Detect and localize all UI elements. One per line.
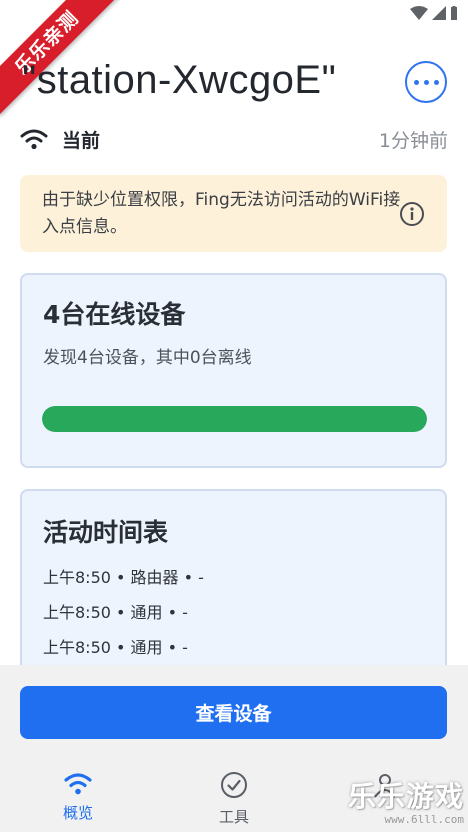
activity-timeline-card[interactable]: 活动时间表 上午8:50 • 路由器 • - 上午8:50 • 通用 • - 上…	[20, 489, 447, 689]
timeline-list: 上午8:50 • 路由器 • - 上午8:50 • 通用 • - 上午8:50 …	[43, 567, 204, 672]
online-progress-bar	[42, 406, 427, 432]
network-label: 当前	[62, 129, 101, 152]
wifi-icon	[410, 6, 428, 20]
nav-tab-label: 概览	[62, 804, 93, 822]
nav-tab-tools[interactable]: 工具	[199, 771, 269, 827]
check-circle-icon	[221, 772, 247, 798]
signal-icon	[432, 6, 446, 20]
status-bar	[0, 0, 468, 34]
bottom-panel: 查看设备 概览 工具	[0, 665, 468, 832]
view-devices-button[interactable]: 查看设备	[20, 686, 447, 739]
wifi-icon	[64, 773, 92, 795]
more-options-button[interactable]	[405, 61, 447, 103]
location-permission-warning[interactable]: 由于缺少位置权限，Fing无法访问活动的WiFi接入点信息。	[20, 175, 447, 252]
activity-card-title: 活动时间表	[43, 518, 169, 547]
online-devices-card[interactable]: 4台在线设备 发现4台设备，其中0台离线	[20, 273, 447, 468]
devices-card-subtitle: 发现4台设备，其中0台离线	[43, 348, 252, 368]
battery-icon	[451, 6, 457, 20]
nav-tab-overview[interactable]: 概览	[43, 771, 113, 823]
devices-card-title: 4台在线设备	[43, 300, 186, 329]
warning-text: 由于缺少位置权限，Fing无法访问活动的WiFi接入点信息。	[42, 190, 401, 237]
timeline-item: 上午8:50 • 路由器 • -	[43, 568, 204, 587]
more-dot	[413, 79, 419, 85]
nav-tab-label: 工具	[218, 808, 249, 826]
info-icon[interactable]	[399, 201, 425, 227]
network-status-row: 当前 1分钟前	[20, 124, 448, 154]
wifi-icon	[20, 129, 48, 150]
last-scan-time: 1分钟前	[378, 129, 448, 152]
more-dot	[433, 79, 439, 85]
network-title: "station-XwcgoE"	[22, 58, 337, 102]
person-icon	[374, 774, 396, 798]
more-dot	[423, 79, 429, 85]
timeline-item: 上午8:50 • 通用 • -	[43, 603, 188, 622]
nav-tab-account[interactable]	[350, 771, 420, 806]
online-progress-fill	[42, 406, 427, 432]
